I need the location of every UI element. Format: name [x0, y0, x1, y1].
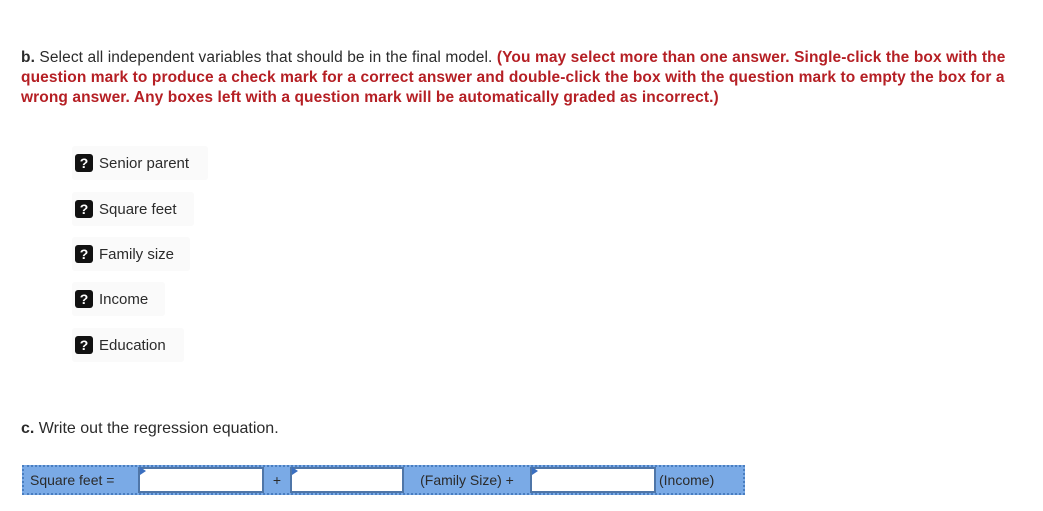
question-c-letter: c.	[21, 420, 35, 437]
question-mark-icon[interactable]: ?	[75, 290, 93, 308]
family-size-term-label: (Family Size) +	[404, 467, 532, 493]
choice-education[interactable]: ? Education	[72, 328, 184, 362]
coefficient-input-3-wrapper	[532, 467, 656, 493]
question-b-letter: b.	[21, 49, 35, 66]
question-c: c. Write out the regression equation.	[21, 420, 279, 438]
coefficient-input-1-wrapper	[140, 467, 264, 493]
equation-lhs-label: Square feet =	[24, 467, 140, 493]
choice-income[interactable]: ? Income	[72, 282, 165, 316]
choice-label: Education	[99, 336, 166, 354]
choice-label: Income	[99, 290, 149, 308]
choice-senior-parent[interactable]: ? Senior parent	[72, 146, 208, 180]
choice-label: Family size	[99, 245, 175, 263]
regression-equation: Square feet = + (Family Size) + (Income)	[22, 465, 745, 495]
choice-label: Senior parent	[99, 154, 190, 172]
choice-label: Square feet	[99, 200, 177, 218]
coefficient-input-2-wrapper	[292, 467, 404, 493]
choice-square-feet[interactable]: ? Square feet	[72, 192, 194, 226]
question-b: b. Select all independent variables that…	[21, 48, 1041, 108]
question-c-text: Write out the regression equation.	[34, 420, 279, 437]
question-mark-icon[interactable]: ?	[75, 154, 93, 172]
question-mark-icon[interactable]: ?	[75, 200, 93, 218]
question-mark-icon[interactable]: ?	[75, 336, 93, 354]
income-term-label: (Income)	[656, 467, 743, 493]
choice-family-size[interactable]: ? Family size	[72, 237, 190, 271]
plus-operator: +	[264, 467, 292, 493]
income-coefficient-input[interactable]	[532, 467, 656, 493]
question-mark-icon[interactable]: ?	[75, 245, 93, 263]
family-size-coefficient-input[interactable]	[292, 467, 404, 493]
intercept-input[interactable]	[140, 467, 264, 493]
question-b-text: Select all independent variables that sh…	[34, 49, 497, 66]
